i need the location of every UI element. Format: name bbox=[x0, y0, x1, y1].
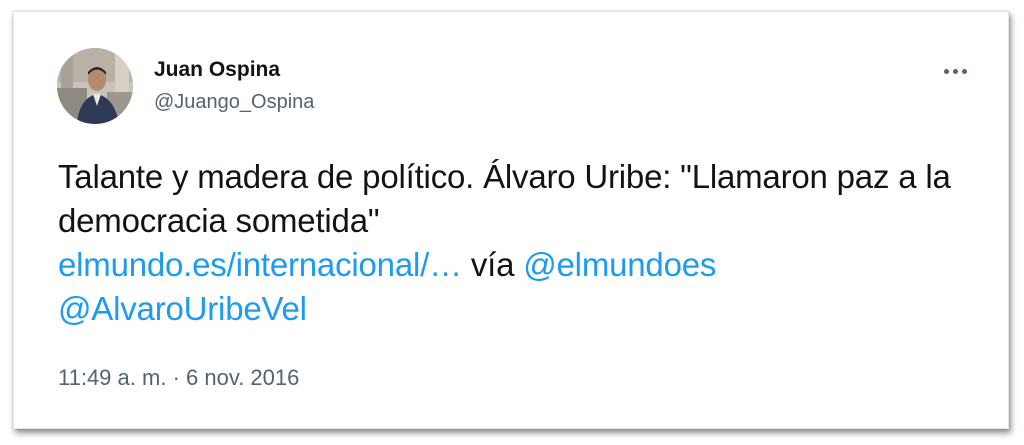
tweet-card: Juan Ospina @Juango_Ospina Talante y mad… bbox=[13, 11, 1009, 429]
tweet-time: 11:49 a. m. bbox=[58, 365, 167, 390]
tweet-date: 6 nov. 2016 bbox=[186, 365, 300, 390]
avatar-image bbox=[57, 48, 133, 124]
tweet-timestamp[interactable]: 11:49 a. m. · 6 nov. 2016 bbox=[58, 365, 299, 391]
ellipsis-icon[interactable] bbox=[942, 66, 968, 78]
mention-elmundoes[interactable]: @elmundoes bbox=[523, 246, 716, 283]
mention-alvarouribevel[interactable]: @AlvaroUribeVel bbox=[58, 290, 307, 327]
tweet-body-text: Talante y madera de político. Álvaro Uri… bbox=[58, 158, 951, 239]
tweet-link[interactable]: elmundo.es/internacional/… bbox=[58, 246, 462, 283]
avatar[interactable] bbox=[57, 48, 133, 124]
user-handle[interactable]: @Juango_Ospina bbox=[154, 91, 314, 114]
tweet-text: Talante y madera de político. Álvaro Uri… bbox=[58, 155, 958, 331]
user-name[interactable]: Juan Ospina bbox=[154, 58, 280, 82]
meta-separator: · bbox=[172, 365, 180, 390]
via-text: vía bbox=[470, 246, 515, 283]
